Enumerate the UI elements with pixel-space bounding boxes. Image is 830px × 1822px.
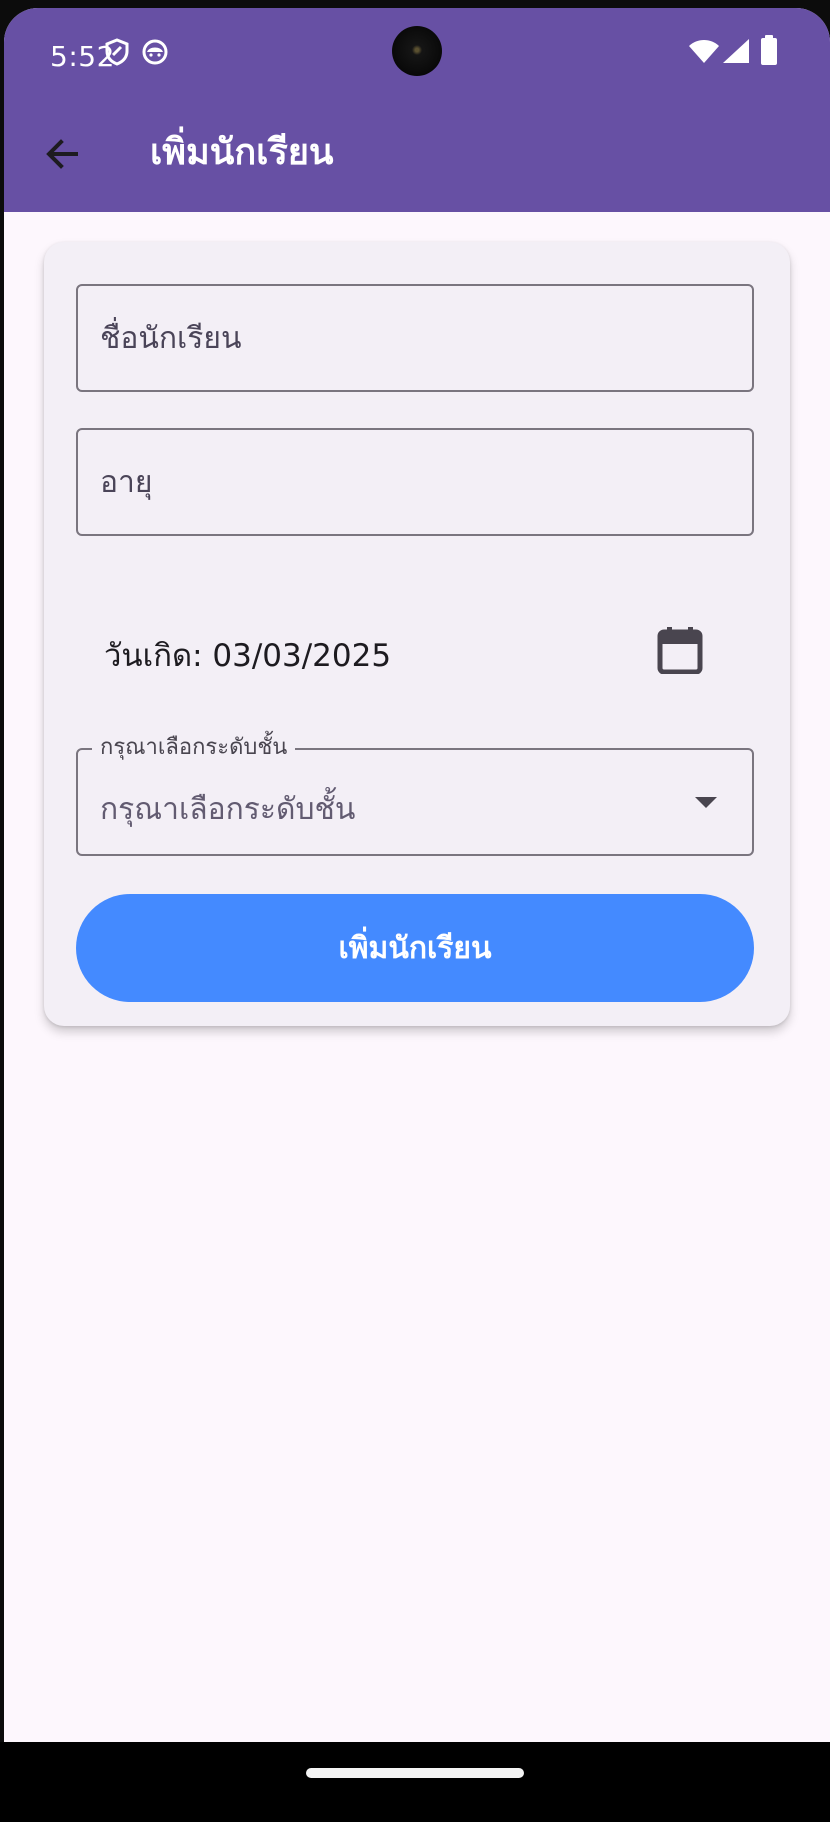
page-title: เพิ่มนักเรียน [150, 131, 334, 173]
student-name-input[interactable] [78, 286, 752, 390]
home-gesture-handle[interactable] [306, 1768, 524, 1778]
app-bar: เพิ่มนักเรียน [4, 100, 830, 212]
age-field [76, 428, 754, 536]
birth-date-label: วันเกิด: 03/03/2025 [104, 638, 392, 674]
grade-level-label: กรุณาเลือกระดับชั้น [92, 733, 296, 763]
cat-face-icon [141, 38, 169, 66]
grade-level-select[interactable]: กรุณาเลือกระดับชั้น กรุณาเลือกระดับชั้น [76, 733, 754, 856]
front-camera [392, 26, 442, 76]
device-frame: 5:52 เพิ่มนักเรียน ชื่อนักเรียน อายุ วัน… [0, 0, 830, 1822]
age-input[interactable] [78, 430, 752, 534]
birth-date-row: วันเกิด: 03/03/2025 [76, 612, 754, 692]
navigation-bar [0, 1742, 830, 1822]
student-name-field [76, 284, 754, 392]
app-screen: 5:52 เพิ่มนักเรียน ชื่อนักเรียน อายุ วัน… [4, 8, 830, 1822]
signal-icon [722, 38, 750, 64]
calendar-icon [657, 626, 703, 678]
pick-date-button[interactable] [648, 620, 712, 684]
arrow-back-icon [42, 134, 82, 178]
add-student-button[interactable]: เพิ่มนักเรียน [76, 894, 754, 1002]
dropdown-arrow-icon [694, 794, 718, 810]
wifi-icon [688, 38, 720, 64]
status-bar: 5:52 [4, 8, 830, 100]
battery-icon [760, 35, 778, 65]
grade-level-value: กรุณาเลือกระดับชั้น [100, 792, 356, 827]
student-form-card: วันเกิด: 03/03/2025 กรุณาเลือกระดับชั้น … [44, 242, 790, 1026]
back-button[interactable] [34, 128, 90, 184]
shield-icon [104, 38, 130, 66]
